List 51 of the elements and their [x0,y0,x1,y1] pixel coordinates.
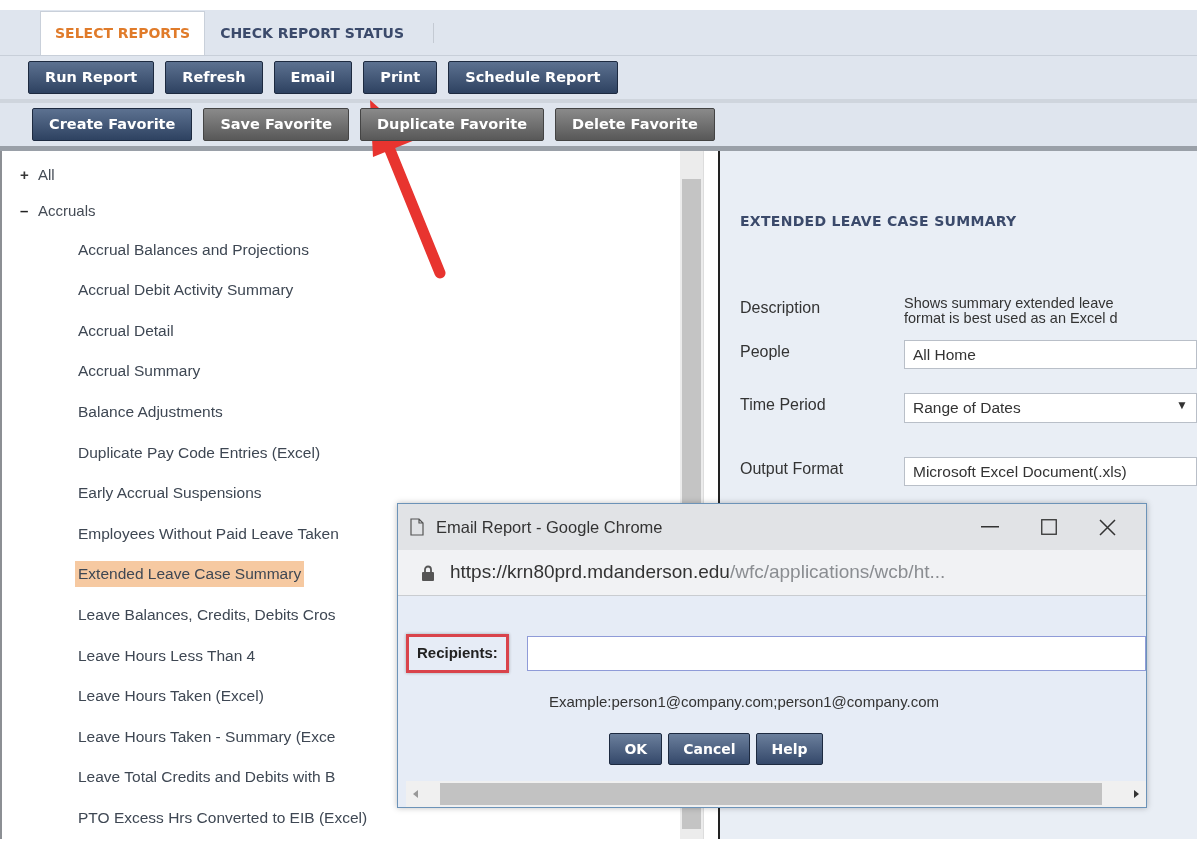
report-item[interactable]: Balance Adjustments [75,399,226,425]
lock-icon [422,564,434,581]
report-item[interactable]: Extended Leave Case Summary [75,561,305,587]
report-item[interactable]: Duplicate Pay Code Entries (Excel) [75,439,324,465]
dropdown[interactable]: Microsoft Excel Document(.xls) [904,456,1197,486]
page-icon [410,518,424,536]
recipients-label: Recipients: [406,634,509,673]
report-item[interactable]: Accrual Debit Activity Summary [75,277,297,303]
toolbar-button[interactable]: Schedule Report [448,61,618,94]
field-label: Output Format [740,458,845,479]
maximize-icon[interactable] [1041,519,1057,535]
example-text: Example:person1@company.com;person1@company.com [549,691,941,712]
report-item[interactable]: Accrual Detail [75,317,177,344]
collapse-toggle[interactable]: – [20,199,38,223]
horizontal-scrollbar[interactable] [406,781,1146,807]
tree-folder[interactable]: Accruals [38,199,96,223]
toolbar-button[interactable]: Run Report [28,61,155,94]
report-item[interactable]: Accrual Balances and Projections [75,236,312,262]
scroll-right-icon[interactable] [1132,789,1140,799]
report-item[interactable]: Leave Hours Taken - Summary (Exce [75,723,339,750]
dialog-button[interactable]: OK [609,733,663,765]
report-item[interactable]: Accrual Summary [75,358,204,384]
dropdown[interactable]: Range of Dates ▼ [904,393,1197,423]
report-item[interactable]: Leave Balances, Credits, Debits Cros [75,602,339,628]
recipients-field[interactable] [526,635,1146,671]
url-text: https://krn80prd.mdanderson.edu/wfc/applications/wcb/ht... [450,560,946,585]
report-item[interactable]: Leave Hours Taken (Excel) [75,683,267,709]
report-item[interactable]: Employees Without Paid Leave Taken [75,520,342,547]
tree-folder[interactable]: All [38,163,55,187]
report-item[interactable]: PTO Excess Hrs Converted to EIB (Excel) [75,805,371,831]
field-label: Time Period [740,395,827,416]
toolbar-button[interactable]: Refresh [165,61,263,94]
field-label: People [740,342,791,362]
caret-icon: ▼ [1176,396,1188,420]
dialog-button[interactable]: Cancel [668,733,751,765]
tab[interactable]: CHECK REPORT STATUS [205,11,420,55]
toolbar-button[interactable]: Create Favorite [32,108,193,141]
dialog-button[interactable]: Help [756,733,823,765]
minimize-icon[interactable] [981,526,999,528]
report-item[interactable]: Leave Hours Less Than 4 [75,642,259,668]
expand-toggle[interactable]: + [20,163,38,187]
close-icon[interactable] [1099,518,1116,536]
description-text: Shows summary extended leave format is best used as an Excel d [904,296,1118,326]
people-field[interactable]: All Home [904,340,1197,370]
field-label: Description [740,298,822,318]
dialog-title: Email Report - Google Chrome [436,516,663,538]
report-item[interactable]: Leave Total Credits and Debits with B [75,764,339,790]
report-item[interactable]: Early Accrual Suspensions [75,480,265,506]
toolbar-button[interactable]: Print [363,61,438,94]
report-title: EXTENDED LEAVE CASE SUMMARY [740,212,1018,231]
toolbar-button[interactable]: Email [273,61,353,94]
